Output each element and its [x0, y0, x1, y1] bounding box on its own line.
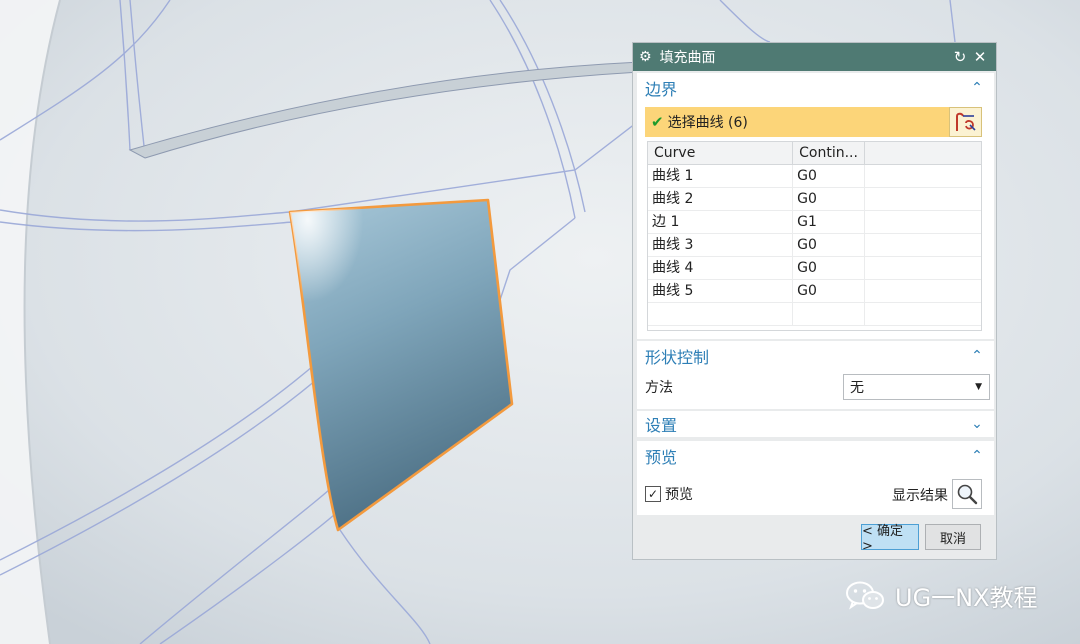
table-row-empty	[648, 303, 981, 326]
boundary-heading: 边界	[645, 80, 678, 99]
watermark-text: UG一NX教程	[895, 584, 1038, 612]
table-row[interactable]: 曲线 2 G0	[648, 188, 981, 211]
chevron-down-icon[interactable]: ⌄	[968, 416, 986, 432]
preview-checkbox[interactable]: ✓	[645, 486, 661, 502]
method-select[interactable]: 无 ▼	[843, 374, 990, 400]
settings-group: 设置 ⌄	[637, 411, 994, 437]
table-row[interactable]: 曲线 4 G0	[648, 257, 981, 280]
chevron-up-icon[interactable]: ⌃	[968, 448, 986, 464]
select-curves-row[interactable]: ✔ 选择曲线 (6)	[645, 107, 982, 137]
cell-continuity[interactable]: G0	[793, 234, 865, 256]
cell-curve: 边 1	[648, 211, 794, 233]
chevron-down-icon: ▼	[975, 382, 982, 392]
cell-continuity[interactable]: G0	[793, 280, 865, 302]
column-header-empty	[865, 142, 981, 164]
watermark: UG一NX教程	[845, 578, 1038, 613]
cell-continuity[interactable]: G1	[793, 211, 865, 233]
preview-label: 预览	[665, 487, 693, 503]
cell-continuity[interactable]: G0	[793, 188, 865, 210]
cell-continuity[interactable]: G0	[793, 257, 865, 279]
table-header: Curve Contin...	[648, 142, 981, 165]
table-row[interactable]: 曲线 5 G0	[648, 280, 981, 303]
cancel-button[interactable]: 取消	[925, 524, 981, 550]
curve-list-table[interactable]: Curve Contin... 曲线 1 G0 曲线 2 G0 边 1 G1 曲…	[647, 141, 982, 331]
settings-heading: 设置	[645, 416, 678, 435]
table-row[interactable]: 边 1 G1	[648, 211, 981, 234]
magnifier-icon	[957, 484, 978, 505]
select-curves-label: 选择曲线 (6)	[667, 115, 748, 131]
show-result-button[interactable]	[952, 479, 982, 509]
check-icon: ✔	[651, 113, 664, 131]
shape-control-heading: 形状控制	[645, 348, 710, 367]
ok-button[interactable]: < 确定 >	[861, 524, 919, 554]
table-row[interactable]: 曲线 3 G0	[648, 234, 981, 257]
show-result-label: 显示结果	[892, 488, 948, 504]
cell-continuity[interactable]: G0	[793, 165, 865, 187]
column-header-continuity[interactable]: Contin...	[793, 142, 865, 164]
fill-surface-dialog: ⚙ 填充曲面 ↻ ✕ 边界 ⌃ ✔ 选择曲线 (6) Curve Contin.…	[632, 42, 997, 560]
boundary-group-header[interactable]: 边界 ⌃	[637, 73, 994, 103]
preview-heading: 预览	[645, 448, 678, 467]
shape-control-header[interactable]: 形状控制 ⌃	[637, 341, 994, 371]
cell-curve: 曲线 1	[648, 165, 794, 187]
wechat-icon	[846, 581, 884, 609]
cell-curve: 曲线 4	[648, 257, 794, 279]
shape-control-group: 形状控制 ⌃ 方法 无 ▼	[637, 341, 994, 409]
settings-header[interactable]: 设置 ⌄	[637, 411, 994, 437]
preview-group: 预览 ⌃ ✓ 预览 显示结果	[637, 441, 994, 515]
cell-curve: 曲线 5	[648, 280, 794, 302]
gear-icon[interactable]: ⚙	[639, 49, 652, 65]
boundary-group: 边界 ⌃ ✔ 选择曲线 (6) Curve Contin... 曲线 1 G0	[637, 73, 994, 339]
close-icon[interactable]: ✕	[970, 48, 990, 66]
column-header-curve[interactable]: Curve	[648, 142, 794, 164]
method-row: 方法 无 ▼	[645, 374, 990, 400]
curve-select-icon[interactable]	[949, 107, 982, 137]
dialog-title: 填充曲面	[659, 50, 716, 66]
dialog-titlebar[interactable]: ⚙ 填充曲面 ↻ ✕	[633, 43, 996, 71]
method-select-value: 无	[850, 380, 864, 396]
preview-row: ✓ 预览 显示结果	[645, 479, 982, 509]
chevron-up-icon[interactable]: ⌃	[968, 348, 986, 364]
method-label: 方法	[645, 380, 673, 396]
cell-curve: 曲线 2	[648, 188, 794, 210]
reset-icon[interactable]: ↻	[950, 48, 970, 66]
table-row[interactable]: 曲线 1 G0	[648, 165, 981, 188]
chevron-up-icon[interactable]: ⌃	[968, 80, 986, 96]
cell-curve: 曲线 3	[648, 234, 794, 256]
preview-header[interactable]: 预览 ⌃	[637, 441, 994, 471]
